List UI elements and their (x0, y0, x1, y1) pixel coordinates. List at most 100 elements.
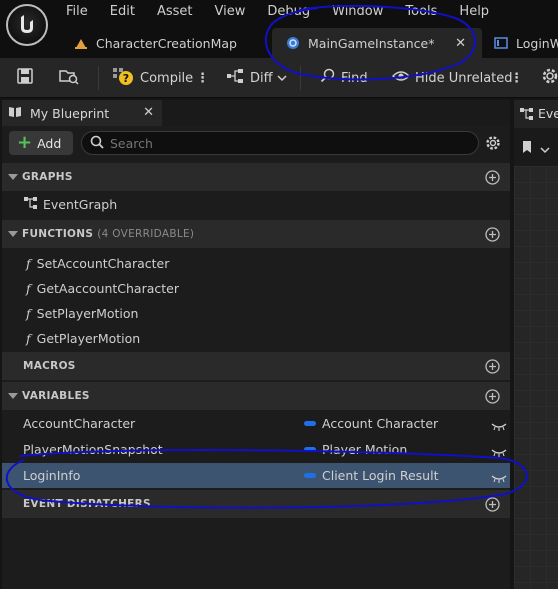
section-label: VARIABLES (22, 390, 90, 402)
list-item-variable-selected[interactable]: LoginInfo Client Login Result (2, 463, 510, 488)
bookmark-icon[interactable] (522, 140, 534, 157)
function-name: SetPlayerMotion (36, 306, 139, 321)
tab-label: CharacterCreationMap (96, 35, 237, 51)
toolbar-divider (98, 66, 99, 90)
list-item-function[interactable]: f SetAccountCharacter (2, 251, 510, 276)
variable-name: PlayerMotionSnapshot (23, 442, 163, 457)
function-icon: f (26, 256, 31, 271)
variable-type[interactable]: Account Character (304, 416, 438, 431)
variable-type[interactable]: Client Login Result (304, 468, 438, 483)
find-button[interactable]: Find (320, 58, 368, 98)
function-name: SetAccountCharacter (36, 256, 170, 271)
blueprint-icon (286, 36, 300, 50)
diff-label: Diff (250, 70, 273, 86)
variable-name: LoginInfo (23, 468, 81, 483)
add-macro-icon[interactable] (485, 359, 500, 377)
function-icon: f (26, 281, 31, 296)
tab-main-game-instance[interactable]: MainGameInstance* ✕ (272, 28, 482, 58)
browse-button[interactable] (58, 58, 80, 98)
panel-body: + Add GRAPHS EventGraph (2, 126, 510, 589)
tab-event-graph[interactable]: Eve (514, 100, 558, 128)
section-variables[interactable]: VARIABLES (2, 382, 510, 410)
title-bar: File Edit Asset View Debug Window Tools … (0, 0, 558, 58)
add-graph-icon[interactable] (485, 170, 500, 188)
close-icon[interactable]: ✕ (455, 36, 466, 51)
add-label: Add (37, 135, 62, 151)
graph-tab-label: Eve (538, 106, 558, 121)
list-item-function[interactable]: f SetPlayerMotion (2, 301, 510, 326)
panel-tab-my-blueprint[interactable]: My Blueprint ✕ (2, 100, 162, 126)
plus-icon: + (17, 132, 33, 153)
compile-label: Compile (140, 70, 194, 86)
hide-unrelated-options-button[interactable]: ⋮ (510, 58, 523, 98)
graph-editor[interactable] (514, 128, 558, 589)
section-label: MACROS (23, 360, 76, 372)
book-icon (8, 106, 22, 121)
find-label: Find (341, 70, 368, 86)
variable-type-label: Player Motion (322, 442, 408, 457)
list-item-variable[interactable]: AccountCharacter Account Character (2, 411, 510, 436)
diff-button[interactable]: Diff (226, 58, 287, 98)
menu-help[interactable]: Help (459, 4, 489, 20)
search-icon (320, 68, 336, 88)
graph-canvas[interactable] (514, 166, 558, 589)
menu-view[interactable]: View (215, 4, 246, 20)
tab-login-widget[interactable]: LoginW (482, 28, 558, 58)
settings-button[interactable] (540, 58, 558, 98)
chevron-down-icon[interactable] (540, 143, 550, 157)
compile-options-button[interactable]: ⋮ (196, 58, 209, 98)
variable-type-label: Account Character (322, 416, 439, 431)
section-sublabel: (4 OVERRIDABLE) (97, 228, 195, 240)
search-box[interactable] (81, 131, 479, 155)
section-event-dispatchers[interactable]: EVENT DISPATCHERS (2, 490, 510, 518)
section-graphs[interactable]: GRAPHS (2, 163, 510, 191)
chevron-down-icon (277, 71, 287, 86)
closed-eye-icon[interactable] (491, 419, 507, 434)
gear-icon[interactable] (484, 134, 502, 155)
section-label: EVENT DISPATCHERS (23, 498, 151, 510)
menu-window[interactable]: Window (332, 4, 383, 20)
document-tabs: CharacterCreationMap MainGameInstance* ✕… (62, 28, 558, 58)
my-blueprint-panel: My Blueprint ✕ + Add GRAPHS (2, 100, 510, 589)
list-item-function[interactable]: f GetAaccountCharacter (2, 276, 510, 301)
list-item-variable[interactable]: PlayerMotionSnapshot Player Motion (2, 437, 510, 462)
menu-asset[interactable]: Asset (157, 4, 193, 20)
panel-title: My Blueprint (30, 105, 110, 121)
variable-type[interactable]: Player Motion (304, 442, 407, 457)
closed-eye-icon[interactable] (491, 445, 507, 460)
menu-debug[interactable]: Debug (267, 4, 310, 20)
graph-icon (24, 197, 38, 212)
compile-status-icon: ? (112, 66, 134, 90)
menu-tools[interactable]: Tools (405, 4, 437, 20)
struct-type-icon (304, 473, 316, 478)
close-icon[interactable]: ✕ (143, 105, 154, 120)
add-function-icon[interactable] (485, 227, 500, 245)
browse-icon (58, 67, 80, 89)
search-input[interactable] (110, 135, 440, 151)
menu-edit[interactable]: Edit (110, 4, 135, 20)
tab-character-creation-map[interactable]: CharacterCreationMap (62, 28, 272, 58)
closed-eye-icon[interactable] (491, 471, 507, 486)
level-icon (74, 36, 88, 50)
more-options-icon: ⋮ (196, 70, 209, 86)
add-button[interactable]: + Add (9, 131, 73, 155)
compile-button[interactable]: ? Compile (112, 58, 193, 98)
save-button[interactable] (16, 58, 34, 98)
function-icon: f (26, 306, 31, 321)
add-variable-icon[interactable] (485, 389, 500, 407)
add-dispatcher-icon[interactable] (485, 497, 500, 515)
save-icon (16, 67, 34, 89)
function-name: GetPlayerMotion (36, 331, 141, 346)
tab-label: MainGameInstance* (308, 35, 435, 51)
section-macros[interactable]: MACROS (2, 352, 510, 380)
section-functions[interactable]: FUNCTIONS (4 OVERRIDABLE) (2, 220, 510, 248)
list-item-function[interactable]: f GetPlayerMotion (2, 326, 510, 351)
hide-unrelated-label: Hide Unrelated (415, 70, 513, 86)
section-label: FUNCTIONS (22, 228, 94, 240)
hide-unrelated-button[interactable]: Hide Unrelated (392, 58, 513, 98)
unreal-logo-icon[interactable] (6, 4, 48, 46)
blueprint-toolbar: ? Compile ⋮ Diff Find Hide Unrelated ⋮ (0, 58, 558, 98)
struct-type-icon (304, 447, 316, 452)
list-item-event-graph[interactable]: EventGraph (2, 192, 510, 217)
menu-file[interactable]: File (66, 4, 88, 20)
